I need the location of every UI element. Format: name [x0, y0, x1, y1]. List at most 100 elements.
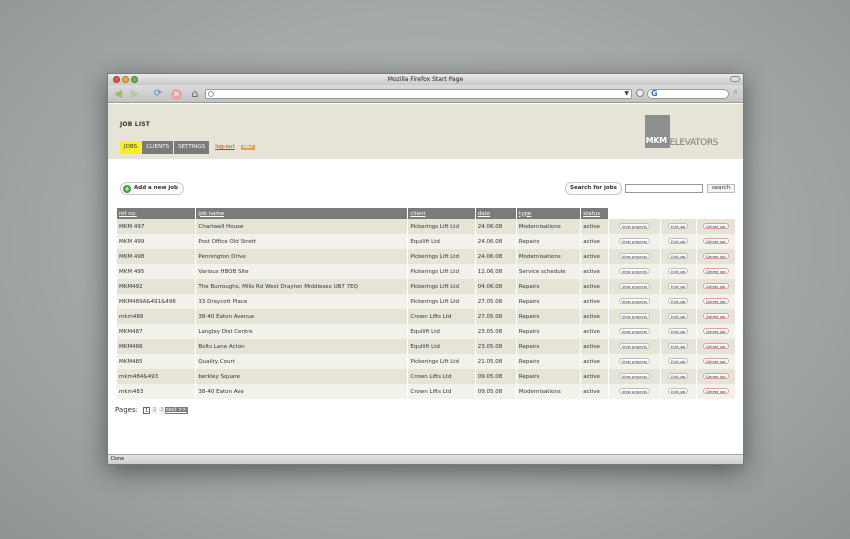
col-ref-no[interactable]: ref no. [117, 208, 196, 219]
zoom-window-button[interactable] [131, 76, 138, 83]
ref-no-cell: MKM487 [117, 324, 196, 339]
tab-settings[interactable]: SETTINGS [174, 141, 210, 154]
edit-job-button[interactable]: Edit job [667, 328, 689, 334]
type-cell: Modernisations [516, 249, 581, 264]
page-content: JOB LIST JOBS CLIENTS SETTINGS log-out H… [108, 104, 743, 455]
view-projects-button[interactable]: View projects [618, 283, 651, 289]
edit-job-cell: Edit job [660, 249, 696, 264]
url-input[interactable]: ▼ [205, 89, 632, 99]
delete-job-button[interactable]: Delete job [703, 388, 729, 394]
job-name-cell: Post Office Old Strett [196, 234, 408, 249]
ref-no-cell: MKM 499 [117, 234, 196, 249]
view-projects-button[interactable]: View projects [618, 388, 651, 394]
site-header: JOB LIST JOBS CLIENTS SETTINGS log-out H… [108, 104, 743, 159]
delete-job-cell: Delete job [696, 234, 735, 249]
search-button[interactable]: search [707, 184, 735, 193]
tab-clients[interactable]: CLIENTS [142, 141, 174, 154]
toolbar-toggle-button[interactable] [730, 76, 740, 82]
delete-job-button[interactable]: Delete job [703, 283, 729, 289]
search-input[interactable] [625, 184, 703, 193]
close-window-button[interactable] [113, 76, 120, 83]
job-name-cell: 33 Draycott Place [196, 294, 408, 309]
delete-job-button[interactable]: Delete job [703, 223, 729, 229]
edit-job-button[interactable]: Edit job [667, 253, 689, 259]
edit-job-button[interactable]: Edit job [667, 388, 689, 394]
view-projects-cell: View projects [609, 294, 660, 309]
logout-link[interactable]: log-out [215, 141, 234, 154]
col-client[interactable]: client [408, 208, 475, 219]
edit-job-button[interactable]: Edit job [667, 283, 689, 289]
view-projects-button[interactable]: View projects [618, 343, 651, 349]
delete-job-button[interactable]: Delete job [703, 238, 729, 244]
next-page-link[interactable]: next >> [164, 406, 188, 414]
table-row: MKM486 Bolts Lane Acton Equilift Ltd 23.05.… [117, 339, 735, 354]
delete-job-button[interactable]: Delete job [703, 313, 729, 319]
go-button[interactable] [636, 89, 644, 97]
tab-jobs[interactable]: JOBS [120, 141, 142, 154]
delete-job-button[interactable]: Delete job [703, 253, 729, 259]
view-projects-button[interactable]: View projects [618, 313, 651, 319]
status-cell: active [581, 279, 609, 294]
col-status[interactable]: status [581, 208, 609, 219]
view-projects-button[interactable]: View projects [618, 328, 651, 334]
delete-job-button[interactable]: Delete job [703, 343, 729, 349]
col-type[interactable]: type [516, 208, 581, 219]
ref-no-cell: mkm483 [117, 384, 196, 399]
delete-job-button[interactable]: Delete job [703, 373, 729, 379]
view-projects-button[interactable]: View projects [618, 373, 651, 379]
type-cell: Repairs [516, 324, 581, 339]
edit-job-button[interactable]: Edit job [667, 223, 689, 229]
type-cell: Repairs [516, 354, 581, 369]
browser-search-input[interactable]: G [647, 89, 729, 99]
edit-job-button[interactable]: Edit job [667, 373, 689, 379]
pagination: Pages: 1 2 3 next >> [115, 406, 188, 414]
add-job-button[interactable]: + Add a new job [120, 182, 184, 195]
home-icon[interactable]: ⌂ [189, 88, 201, 100]
delete-job-button[interactable]: Delete job [703, 358, 729, 364]
edit-job-button[interactable]: Edit job [667, 238, 689, 244]
minimize-window-button[interactable] [122, 76, 129, 83]
col-job-name[interactable]: job name [196, 208, 408, 219]
ref-no-cell: MKM489A&491&496 [117, 294, 196, 309]
col-date[interactable]: date [475, 208, 516, 219]
page-2-link[interactable]: 2 [152, 406, 158, 414]
page-1-link[interactable]: 1 [142, 406, 151, 414]
help-button[interactable]: HELP [240, 145, 255, 150]
col-edit [660, 208, 696, 219]
client-cell: Pickerings Lift Ltd [408, 219, 475, 234]
edit-job-cell: Edit job [660, 219, 696, 234]
edit-job-button[interactable]: Edit job [667, 313, 689, 319]
stop-icon[interactable]: ✕ [171, 89, 182, 100]
company-logo: MKM ELEVATORS [644, 115, 718, 148]
view-projects-button[interactable]: View projects [618, 298, 651, 304]
edit-job-button[interactable]: Edit job [667, 298, 689, 304]
back-arrow-icon[interactable]: ◀ [112, 88, 124, 100]
job-name-cell: The Burroughs, Mills Rd West Drayton Mid… [196, 279, 408, 294]
delete-job-button[interactable]: Delete job [703, 298, 729, 304]
chevron-down-icon[interactable]: ▼ [624, 90, 629, 97]
ref-no-cell: MKM 497 [117, 219, 196, 234]
edit-job-button[interactable]: Edit job [667, 358, 689, 364]
edit-job-button[interactable]: Edit job [667, 343, 689, 349]
view-projects-button[interactable]: View projects [618, 253, 651, 259]
delete-job-cell: Delete job [696, 384, 735, 399]
type-cell: Modernisations [516, 384, 581, 399]
reload-icon[interactable]: ⟳ [152, 88, 164, 100]
view-projects-button[interactable]: View projects [618, 268, 651, 274]
search-icon[interactable]: ⌕ [733, 87, 738, 97]
client-cell: Crown Lifts Ltd [408, 369, 475, 384]
delete-job-cell: Delete job [696, 354, 735, 369]
view-projects-cell: View projects [609, 324, 660, 339]
type-cell: Repairs [516, 294, 581, 309]
edit-job-button[interactable]: Edit job [667, 268, 689, 274]
table-row: MKM 497 Chartwell House Pickerings Lift Lt… [117, 219, 735, 234]
delete-job-button[interactable]: Delete job [703, 328, 729, 334]
view-projects-button[interactable]: View projects [618, 238, 651, 244]
edit-job-cell: Edit job [660, 339, 696, 354]
forward-arrow-icon[interactable]: ▶ [129, 88, 141, 100]
delete-job-button[interactable]: Delete job [703, 268, 729, 274]
edit-job-cell: Edit job [660, 384, 696, 399]
view-projects-button[interactable]: View projects [618, 223, 651, 229]
view-projects-button[interactable]: View projects [618, 358, 651, 364]
status-cell: active [581, 309, 609, 324]
